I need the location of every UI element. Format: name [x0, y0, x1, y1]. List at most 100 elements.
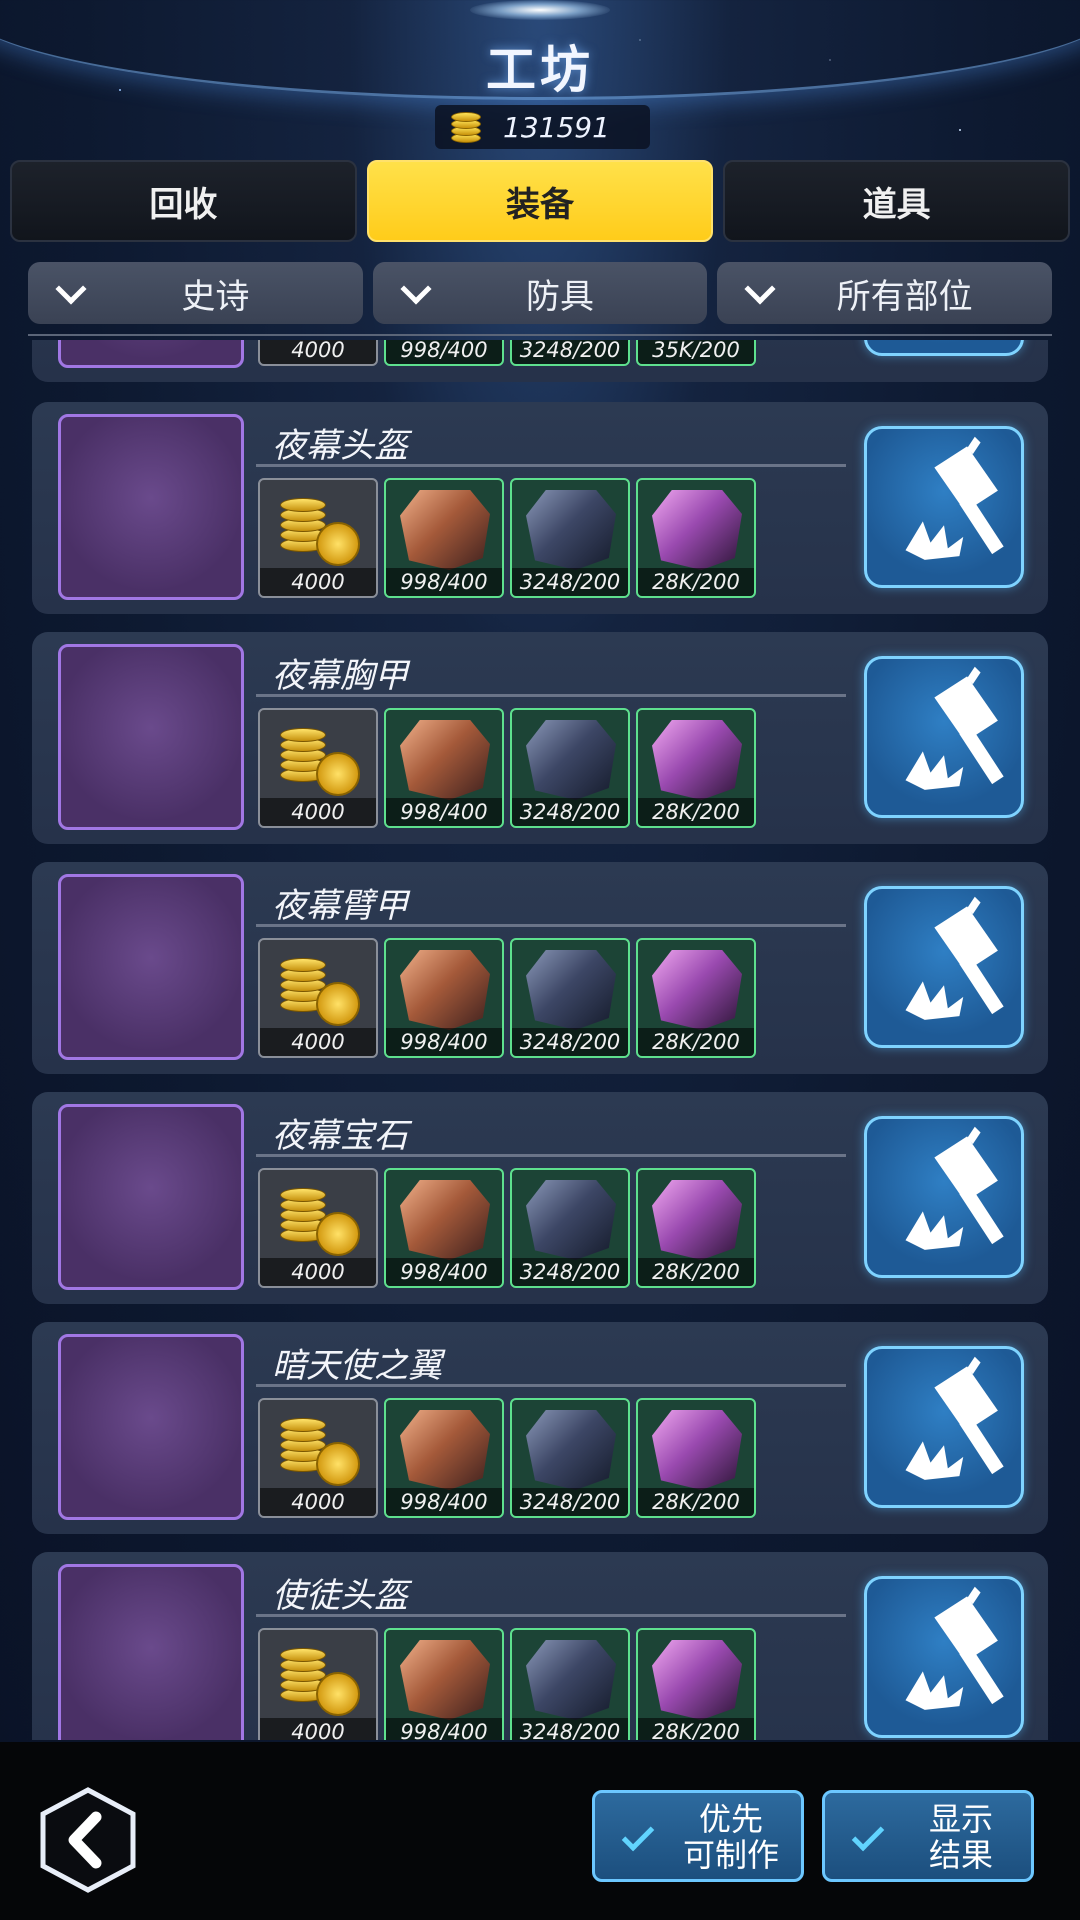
material-list: 4000 998/400 3248/200 28K/200 [258, 1168, 756, 1288]
gem-icon [58, 1104, 244, 1290]
header-glow [470, 0, 610, 20]
material-count: 28K/200 [638, 568, 754, 596]
craft-button[interactable] [864, 426, 1024, 588]
material-count: 3248/200 [512, 1488, 628, 1516]
violet-crystal-icon [652, 1410, 742, 1490]
material-count: 4000 [260, 798, 376, 826]
name-underline [256, 924, 846, 927]
material-count: 998/400 [386, 568, 502, 596]
filter-divider [28, 334, 1052, 336]
priority-craftable-toggle[interactable]: 优先 可制作 [592, 1790, 804, 1882]
violet-crystal-icon [652, 720, 742, 800]
material-dark-ore: 3248/200 [510, 478, 630, 598]
gold-coins-icon [276, 1642, 366, 1716]
material-copper-ore: 998/400 [384, 708, 504, 828]
list-item: 夜幕头盔 4000 998/400 3248/200 28K/200 [32, 402, 1048, 614]
material-count: 4000 [260, 1258, 376, 1286]
show-label-line2: 结果 [928, 1836, 993, 1874]
material-violet-ore: 35K/200 [636, 340, 756, 366]
craft-button[interactable] [864, 1576, 1024, 1738]
material-count: 3248/200 [512, 798, 628, 826]
gold-coins-icon [276, 722, 366, 796]
material-dark-ore: 3248/200 [510, 708, 630, 828]
copper-crystal-icon [400, 1410, 490, 1490]
filter-rarity-dropdown[interactable]: 史诗 [28, 262, 363, 324]
copper-crystal-icon [400, 1640, 490, 1720]
material-count: 4000 [260, 1718, 376, 1740]
priority-label-line1: 优先 [698, 1800, 763, 1838]
list-item: 夜幕宝石 4000 998/400 3248/200 28K/200 [32, 1092, 1048, 1304]
craft-button[interactable] [864, 656, 1024, 818]
material-dark-ore: 3248/200 [510, 938, 630, 1058]
tab-props[interactable]: 道具 [723, 160, 1071, 242]
page-title: 工坊 [486, 41, 594, 99]
dark-crystal-icon [526, 950, 616, 1030]
material-dark-ore: 3248/200 [510, 1168, 630, 1288]
material-count: 3248/200 [512, 1028, 628, 1056]
material-count: 998/400 [386, 1258, 502, 1286]
dark-crystal-icon [526, 1640, 616, 1720]
dark-crystal-icon [526, 490, 616, 570]
material-count: 998/400 [386, 1718, 502, 1740]
list-item: 使徒头盔 4000 998/400 3248/200 28K/200 [32, 1552, 1048, 1740]
craft-button[interactable] [864, 340, 1024, 356]
material-copper-ore: 998/400 [384, 1398, 504, 1518]
craft-button[interactable] [864, 886, 1024, 1048]
material-count: 28K/200 [638, 798, 754, 826]
material-dark-ore: 3248/200 [510, 1398, 630, 1518]
craft-button[interactable] [864, 1346, 1024, 1508]
material-violet-ore: 28K/200 [636, 1168, 756, 1288]
material-list: 4000 998/400 3248/200 28K/200 [258, 478, 756, 598]
check-icon [851, 1818, 885, 1852]
back-arrow-icon[interactable] [38, 1787, 138, 1893]
chest-armor-icon [58, 644, 244, 830]
material-count: 3248/200 [512, 1258, 628, 1286]
material-count: 998/400 [386, 1488, 502, 1516]
dark-crystal-icon [526, 720, 616, 800]
craft-list[interactable]: 4000 998/400 3248/200 35K/200 夜幕头盔 4000 99… [0, 340, 1080, 1740]
violet-crystal-icon [652, 490, 742, 570]
dark-crystal-icon [526, 1410, 616, 1490]
material-coin: 4000 [258, 708, 378, 828]
material-count: 3248/200 [512, 568, 628, 596]
material-dark-ore: 3248/200 [510, 340, 630, 366]
item-name: 使徒头盔 [272, 1576, 408, 1616]
material-count: 998/400 [386, 798, 502, 826]
show-label-line1: 显示 [928, 1800, 993, 1838]
arm-armor-icon [58, 874, 244, 1060]
hammer-icon [905, 896, 1004, 1020]
violet-crystal-icon [652, 950, 742, 1030]
material-coin: 4000 [258, 1168, 378, 1288]
material-copper-ore: 998/400 [384, 1628, 504, 1740]
material-coin: 4000 [258, 340, 378, 366]
list-item: 4000 998/400 3248/200 35K/200 [32, 340, 1048, 382]
material-copper-ore: 998/400 [384, 478, 504, 598]
material-count: 998/400 [386, 1028, 502, 1056]
filter-slot-dropdown[interactable]: 所有部位 [717, 262, 1053, 324]
filter-type-dropdown[interactable]: 防具 [372, 262, 708, 324]
hammer-icon [905, 1586, 1004, 1710]
material-count: 4000 [260, 1488, 376, 1516]
gold-coins-icon [276, 1182, 366, 1256]
craft-button[interactable] [864, 1116, 1024, 1278]
priority-label-line2: 可制作 [682, 1836, 779, 1874]
material-count: 28K/200 [638, 1258, 754, 1286]
check-icon [621, 1818, 655, 1852]
material-list: 4000 998/400 3248/200 28K/200 [258, 1398, 756, 1518]
gold-coins-icon [276, 1412, 366, 1486]
copper-crystal-icon [400, 950, 490, 1030]
material-count: 4000 [260, 568, 376, 596]
material-list: 4000 998/400 3248/200 28K/200 [258, 708, 756, 828]
copper-crystal-icon [400, 490, 490, 570]
material-count: 28K/200 [638, 1488, 754, 1516]
hammer-icon [905, 436, 1004, 560]
item-name: 夜幕胸甲 [272, 656, 408, 696]
show-results-toggle[interactable]: 显示 结果 [822, 1790, 1034, 1882]
hammer-icon [905, 1356, 1004, 1480]
helmet-icon [58, 414, 244, 600]
bottom-bar: 优先 可制作 显示 结果 [0, 1742, 1080, 1920]
coin-amount: 131591 [503, 110, 610, 144]
material-list: 4000 998/400 3248/200 28K/200 [258, 938, 756, 1058]
tab-recycle[interactable]: 回收 [10, 160, 357, 242]
tab-equipment[interactable]: 装备 [366, 160, 714, 242]
